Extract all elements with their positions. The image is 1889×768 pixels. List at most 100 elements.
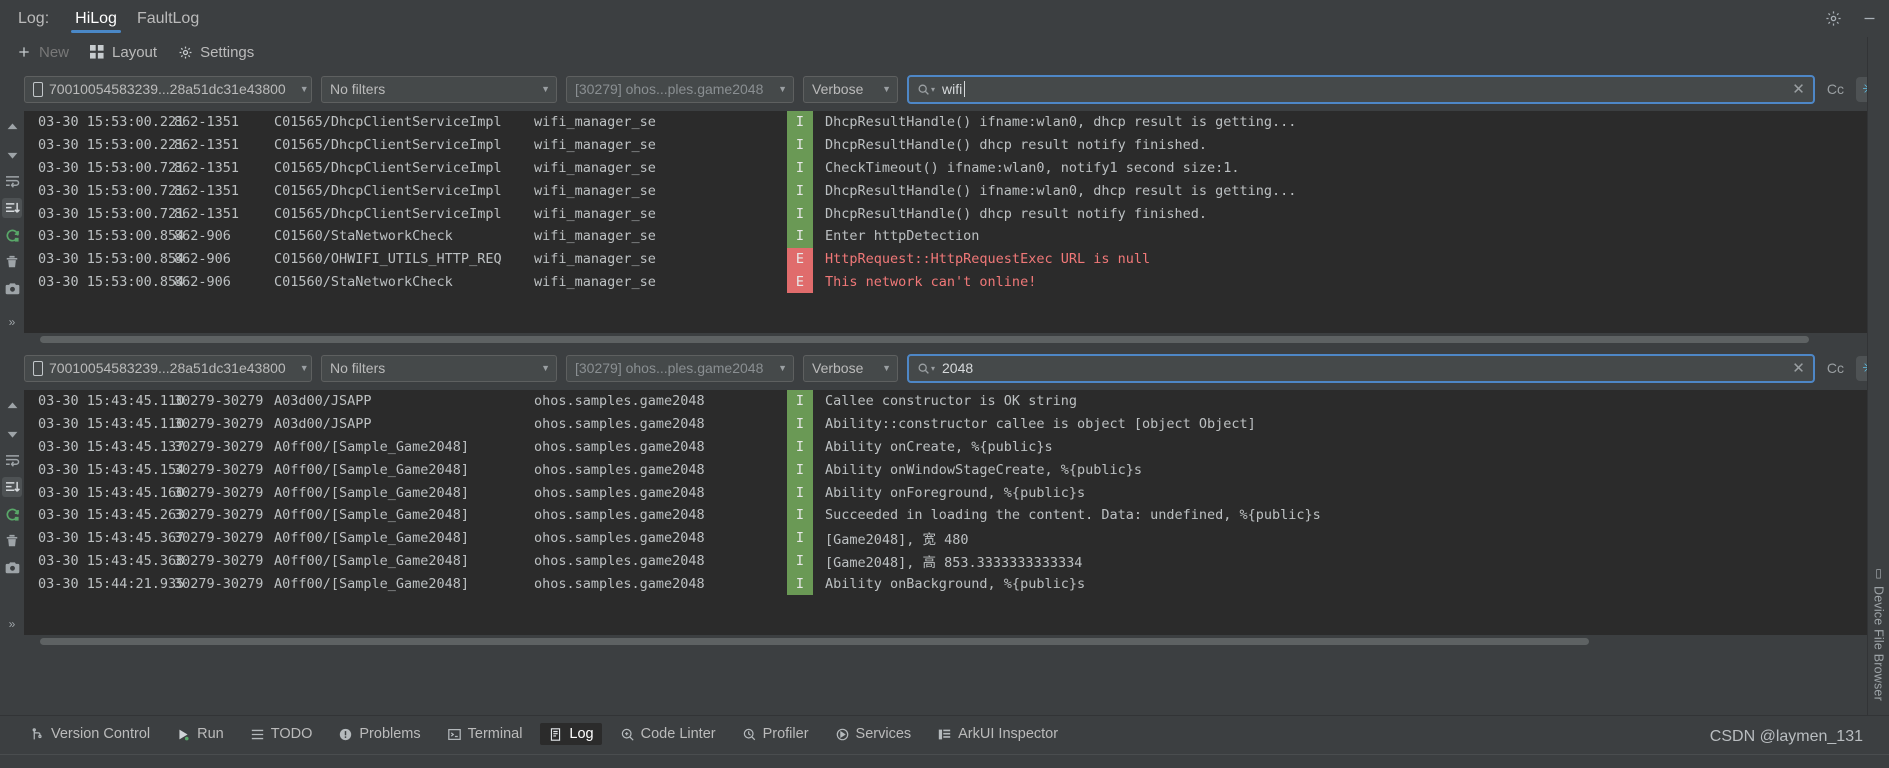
settings-button[interactable]: Settings: [177, 44, 254, 61]
log-row-time: 03-30 15:53:00.854: [38, 228, 185, 245]
log-row-pid: 30279-30279: [174, 530, 264, 547]
camera-icon[interactable]: [2, 279, 22, 299]
log-row[interactable]: 03-30 15:43:45.263 30279-30279 A0ff00/[Sam…: [24, 503, 1889, 527]
status-item-profiler[interactable]: Profiler: [734, 723, 817, 745]
log-row-message: [Game2048], 高 853.3333333333334: [825, 554, 1083, 571]
log-row[interactable]: 03-30 15:43:45.154 30279-30279 A0ff00/[Sam…: [24, 458, 1889, 482]
match-case-button[interactable]: Cc: [1824, 360, 1847, 376]
log-row[interactable]: 03-30 15:43:45.137 30279-30279 A0ff00/[Sam…: [24, 435, 1889, 459]
expand-gutter-icon[interactable]: »: [0, 315, 24, 329]
log-rows-2048[interactable]: 03-30 15:43:45.110 30279-30279 A03d00/JSAP…: [24, 390, 1889, 635]
log-row[interactable]: 03-30 15:43:45.368 30279-30279 A0ff00/[Sam…: [24, 549, 1889, 573]
trash-icon[interactable]: [2, 252, 22, 272]
log-row-message: [Game2048], 宽 480: [825, 532, 969, 549]
close-icon[interactable]: ✕: [1792, 359, 1805, 377]
log-label: Log:: [18, 9, 50, 27]
expand-gutter-icon[interactable]: »: [0, 617, 24, 631]
log-row-tag: A03d00/JSAPP: [274, 393, 372, 410]
status-item-todo[interactable]: TODO: [242, 723, 321, 745]
log-row-package: wifi_manager_se: [534, 159, 656, 176]
restart-icon[interactable]: [2, 225, 22, 245]
log-row-pid: 862-906: [174, 251, 231, 268]
problems-icon: [338, 727, 353, 742]
tab-hilog[interactable]: HiLog: [65, 0, 127, 37]
restart-icon[interactable]: [2, 504, 22, 524]
tab-faultlog[interactable]: FaultLog: [127, 0, 209, 37]
horizontal-scrollbar-wifi[interactable]: [0, 333, 1889, 346]
log-row-package: ohos.samples.game2048: [534, 416, 705, 433]
scroll-to-end-icon[interactable]: [2, 198, 22, 218]
status-label: Run: [197, 726, 224, 742]
status-item-terminal[interactable]: Terminal: [439, 723, 531, 745]
log-row-message: Enter httpDetection: [825, 228, 980, 245]
filter-selector[interactable]: No filters ▼: [321, 75, 557, 103]
log-row[interactable]: 03-30 15:53:00.854 862-906 C01560/OHWIFI_U…: [24, 247, 1889, 271]
log-row[interactable]: 03-30 15:53:00.721 862-1351 C01565/DhcpCli…: [24, 179, 1889, 203]
soft-wrap-icon[interactable]: [2, 171, 22, 191]
layout-button[interactable]: Layout: [89, 44, 157, 61]
process-selector[interactable]: [30279] ohos...ples.game2048 ▼: [566, 354, 794, 382]
log-row[interactable]: 03-30 15:53:00.721 862-1351 C01565/DhcpCli…: [24, 156, 1889, 180]
status-item-code-linter[interactable]: Code Linter: [612, 723, 724, 745]
process-selector[interactable]: [30279] ohos...ples.game2048 ▼: [566, 75, 794, 103]
camera-icon[interactable]: [2, 558, 22, 578]
log-row-message: Ability::constructor callee is object [o…: [825, 416, 1256, 433]
log-gutter-2048: »: [0, 390, 24, 635]
chevron-down-icon: ▼: [299, 84, 309, 94]
log-row[interactable]: 03-30 15:43:45.367 30279-30279 A0ff00/[Sam…: [24, 526, 1889, 550]
log-level-selector[interactable]: Verbose ▼: [803, 75, 898, 103]
log-panel-wifi: 70010054583239...28a51dc31e43800 ▼ No fi…: [0, 67, 1889, 346]
log-row-package: ohos.samples.game2048: [534, 530, 705, 547]
log-row[interactable]: 03-30 15:44:21.935 30279-30279 A0ff00/[Sam…: [24, 572, 1889, 596]
log-row-tag: C01565/DhcpClientServiceImpl: [274, 114, 502, 131]
log-row[interactable]: 03-30 15:43:45.110 30279-30279 A03d00/JSAP…: [24, 390, 1889, 413]
log-row-message: Callee constructor is OK string: [825, 393, 1077, 410]
device-selector[interactable]: 70010054583239...28a51dc31e43800 ▼: [24, 75, 312, 103]
trash-icon[interactable]: [2, 531, 22, 551]
log-level-value: Verbose: [812, 81, 864, 97]
new-button[interactable]: New: [16, 44, 69, 61]
status-item-log[interactable]: Log: [540, 723, 602, 745]
layout-button-label: Layout: [112, 43, 158, 61]
log-row-tag: A0ff00/[Sample_Game2048]: [274, 575, 470, 592]
device-file-browser-label[interactable]: Device File Browser: [1872, 586, 1886, 701]
arrow-down-icon[interactable]: [2, 423, 22, 443]
status-item-problems[interactable]: Problems: [330, 723, 428, 745]
status-item-arkui-inspector[interactable]: ArkUI Inspector: [929, 723, 1066, 745]
arrow-down-icon[interactable]: [2, 144, 22, 164]
scroll-to-end-icon[interactable]: [2, 477, 22, 497]
watermark: CSDN @laymen_131: [1709, 728, 1863, 745]
horizontal-scrollbar-2048[interactable]: [0, 635, 1889, 648]
log-level-selector[interactable]: Verbose ▼: [803, 354, 898, 382]
log-rows-wifi[interactable]: 03-30 15:53:00.221 862-1351 C01565/DhcpCli…: [24, 111, 1889, 333]
chevron-down-icon: ▼: [541, 363, 550, 373]
minimize-icon[interactable]: [1859, 9, 1879, 29]
gear-icon[interactable]: [1823, 9, 1843, 29]
log-row[interactable]: 03-30 15:53:00.721 862-1351 C01565/DhcpCli…: [24, 202, 1889, 225]
soft-wrap-icon[interactable]: [2, 450, 22, 470]
log-row-time: 03-30 15:43:45.263: [38, 507, 185, 524]
status-item-services[interactable]: Services: [827, 723, 920, 745]
status-item-run[interactable]: Run: [168, 723, 232, 745]
log-row-message: DhcpResultHandle() ifname:wlan0, dhcp re…: [825, 114, 1297, 131]
arrow-up-icon[interactable]: [2, 117, 22, 137]
log-row[interactable]: 03-30 15:53:00.854 862-906 C01560/StaNetwo…: [24, 224, 1889, 248]
status-item-version-control[interactable]: Version Control: [22, 723, 158, 745]
process-selector-value: [30279] ohos...ples.game2048: [575, 360, 764, 376]
log-row[interactable]: 03-30 15:53:00.221 862-1351 C01565/DhcpCli…: [24, 111, 1889, 134]
log-row-time: 03-30 15:53:00.221: [38, 137, 185, 154]
log-row[interactable]: 03-30 15:43:45.110 30279-30279 A03d00/JSAP…: [24, 412, 1889, 436]
match-case-button[interactable]: Cc: [1824, 81, 1847, 97]
search-input[interactable]: ▾ wifi ✕: [907, 74, 1815, 104]
log-row[interactable]: 03-30 15:53:00.854 862-906 C01560/StaNetwo…: [24, 270, 1889, 294]
log-row[interactable]: 03-30 15:53:00.221 862-1351 C01565/DhcpCli…: [24, 133, 1889, 157]
close-icon[interactable]: ✕: [1792, 80, 1805, 98]
plus-icon: [16, 44, 32, 60]
search-input[interactable]: ▾ 2048 ✕: [907, 353, 1815, 383]
arrow-up-icon[interactable]: [2, 396, 22, 416]
filter-selector[interactable]: No filters ▼: [321, 354, 557, 382]
log-row[interactable]: 03-30 15:43:45.160 30279-30279 A0ff00/[Sam…: [24, 481, 1889, 504]
log-row-pid: 30279-30279: [174, 393, 264, 410]
log-row-tag: C01560/OHWIFI_UTILS_HTTP_REQ: [274, 251, 502, 268]
device-selector[interactable]: 70010054583239...28a51dc31e43800 ▼: [24, 354, 312, 382]
